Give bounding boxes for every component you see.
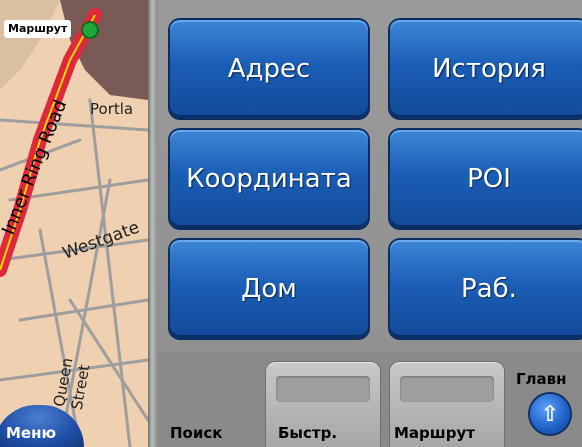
panel-divider (148, 0, 158, 447)
tab-quick-slot (276, 376, 370, 402)
navigation-screen: Маршрут Portla Inner Ring Road Westgate … (0, 0, 582, 447)
map-view[interactable]: Маршрут Portla Inner Ring Road Westgate … (0, 0, 148, 447)
work-button[interactable]: Раб. (390, 240, 582, 338)
home-button[interactable]: Дом (170, 240, 368, 338)
tab-bar: Поиск Быстр. Маршрут Главн ⇧ (158, 352, 582, 447)
coordinate-button[interactable]: Координата (170, 130, 368, 228)
tab-main-label[interactable]: Главн (516, 370, 567, 388)
address-button[interactable]: Адрес (170, 20, 368, 118)
street-label-portland: Portla (90, 100, 134, 118)
tab-route-slot (400, 376, 494, 402)
menu-button-label[interactable]: Меню (6, 424, 56, 442)
tab-quick-label: Быстр. (278, 424, 338, 442)
route-tag: Маршрут (4, 20, 72, 38)
tab-route-label: Маршрут (394, 424, 475, 442)
arrow-up-icon[interactable]: ⇧ (530, 394, 570, 434)
poi-button[interactable]: POI (390, 130, 582, 228)
history-button[interactable]: История (390, 20, 582, 118)
tab-search[interactable]: Поиск (170, 424, 222, 442)
